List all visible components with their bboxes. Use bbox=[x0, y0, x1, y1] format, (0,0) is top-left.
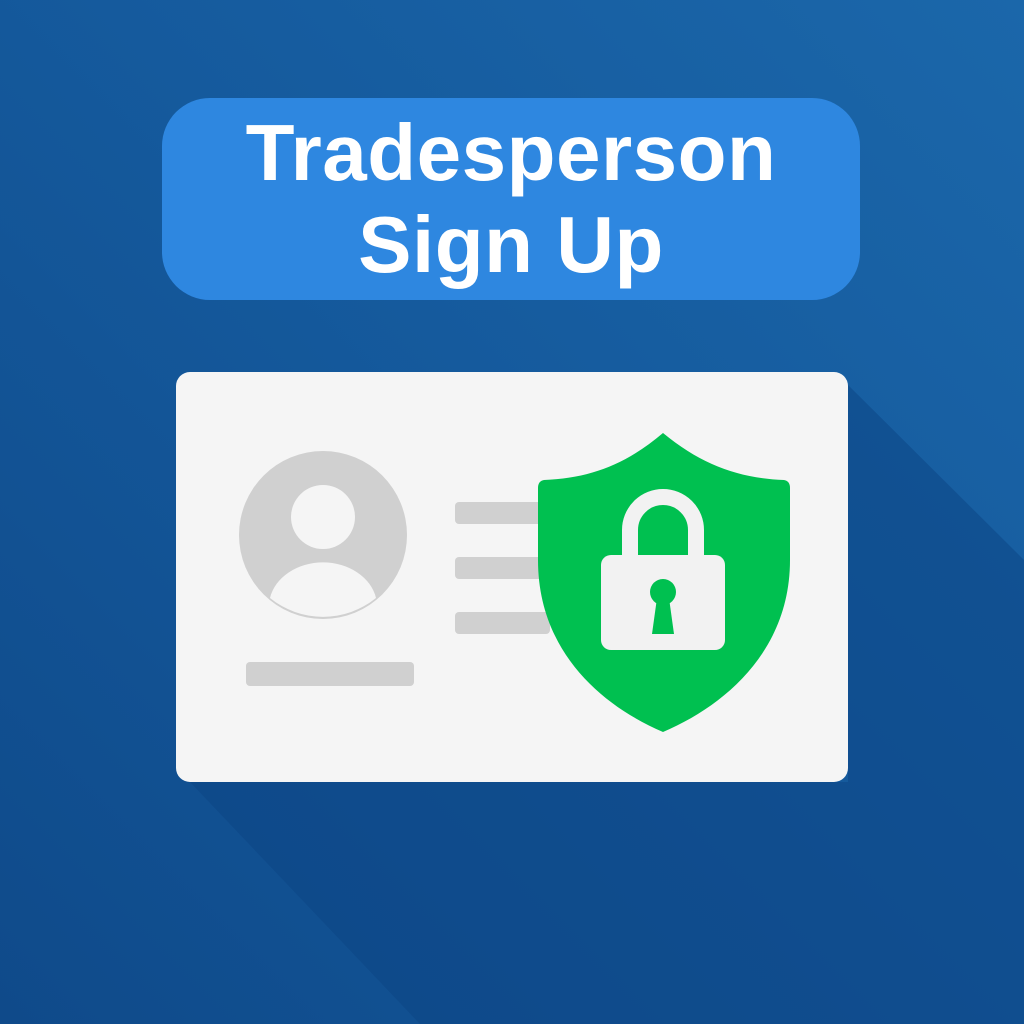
detail-line-1 bbox=[455, 502, 550, 524]
id-card-illustration bbox=[176, 372, 1024, 1024]
detail-line-3 bbox=[455, 612, 550, 634]
user-avatar-icon bbox=[239, 451, 407, 619]
name-placeholder-bar bbox=[246, 662, 414, 686]
detail-line-2 bbox=[455, 557, 550, 579]
